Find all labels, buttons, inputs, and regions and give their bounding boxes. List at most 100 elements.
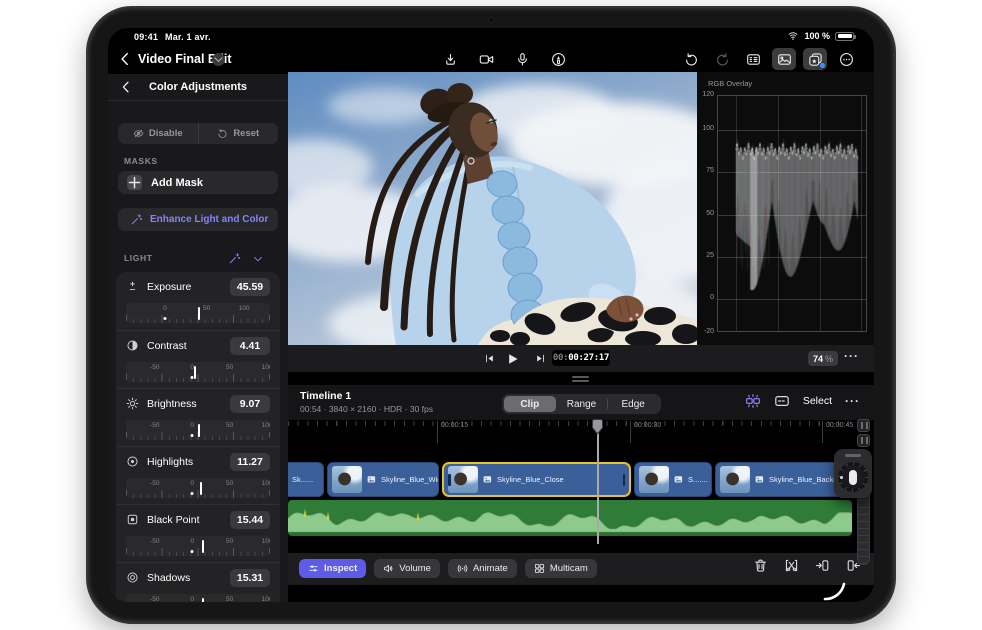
ruler-timestamp: 00:00:45 bbox=[822, 421, 853, 443]
slider-value[interactable]: 4.41 bbox=[230, 336, 270, 355]
split-icon[interactable] bbox=[784, 558, 799, 573]
timeline-clip[interactable]: Skyline_Blue_Background bbox=[715, 462, 852, 497]
effects-button[interactable] bbox=[803, 48, 827, 70]
slider-ruler[interactable]: -50050100 bbox=[126, 478, 270, 498]
ruler-timestamp: 00:00:30 bbox=[630, 421, 661, 443]
battery-icon bbox=[835, 31, 856, 41]
ipad-device: 09:41 Mar. 1 avr. 100 % Video Final Edit… bbox=[86, 6, 896, 624]
clip-name: Skyline_Blue_Close bbox=[497, 475, 564, 484]
title-menu-button[interactable] bbox=[212, 53, 225, 66]
inspector-button[interactable] bbox=[741, 48, 765, 70]
record-video-button[interactable] bbox=[474, 48, 498, 70]
clip-name: S....... bbox=[688, 475, 708, 484]
redo-button[interactable] bbox=[710, 48, 734, 70]
corner-gesture-arc bbox=[823, 582, 846, 601]
timeline-clip[interactable]: S....... bbox=[634, 462, 712, 497]
ruler-ticks bbox=[288, 421, 854, 426]
button-label: Volume bbox=[399, 563, 431, 574]
slider-thumb[interactable] bbox=[197, 423, 200, 437]
slider-value[interactable]: 11.27 bbox=[230, 452, 270, 471]
slider-value[interactable]: 9.07 bbox=[230, 394, 270, 413]
resize-handle[interactable] bbox=[572, 376, 589, 378]
timeline-clip[interactable]: Skyline_Blue_Close bbox=[442, 462, 631, 497]
slider-value[interactable]: 15.31 bbox=[230, 568, 270, 587]
skip-forward-icon[interactable] bbox=[535, 353, 546, 364]
timeline-name: Timeline 1 bbox=[300, 390, 352, 402]
playback-bar: 00: 00:27:17 74% ··· bbox=[288, 345, 874, 372]
viewer-zoom-control[interactable]: 74% bbox=[808, 351, 838, 366]
add-mask-button[interactable]: Add Mask bbox=[118, 171, 278, 194]
inspect-button[interactable]: Inspect bbox=[299, 559, 367, 578]
slider-ruler[interactable]: -50050100 bbox=[126, 594, 270, 602]
playhead-line bbox=[597, 420, 599, 544]
timeline-clip[interactable]: Sk...... bbox=[288, 462, 324, 497]
back-chevron-icon[interactable] bbox=[116, 50, 134, 68]
insert-icon[interactable] bbox=[815, 558, 830, 573]
dial-knob[interactable] bbox=[849, 469, 857, 485]
slider-thumb[interactable] bbox=[199, 481, 202, 495]
dial-pip bbox=[840, 476, 843, 479]
slider-ruler[interactable]: -50050100 bbox=[126, 536, 270, 556]
enhance-light-color-button[interactable]: Enhance Light and Color bbox=[118, 208, 278, 231]
connect-clips-icon[interactable] bbox=[745, 393, 761, 409]
multicam-button[interactable]: Multicam bbox=[524, 559, 597, 578]
toolbar: Video Final Edit bbox=[108, 46, 874, 74]
mode-clip[interactable]: Clip bbox=[504, 396, 556, 412]
media-browser-button[interactable] bbox=[772, 48, 796, 70]
track-height-button[interactable] bbox=[857, 419, 870, 432]
mode-edge[interactable]: Edge bbox=[606, 396, 659, 412]
slider-value[interactable]: 45.59 bbox=[230, 277, 270, 296]
animate-button[interactable]: Animate bbox=[447, 559, 517, 578]
black-point-icon bbox=[126, 513, 139, 526]
panel-header: Color Adjustments bbox=[108, 74, 288, 101]
resize-handle[interactable] bbox=[572, 379, 589, 382]
enhance-label: Enhance Light and Color bbox=[150, 214, 269, 225]
undo-button[interactable] bbox=[679, 48, 703, 70]
skip-back-icon[interactable] bbox=[484, 353, 495, 364]
multicam-icon bbox=[534, 563, 545, 574]
placement-icon[interactable] bbox=[774, 393, 790, 409]
slider-ruler[interactable]: -50050100 bbox=[126, 420, 270, 440]
viewer-more-button[interactable]: ··· bbox=[844, 349, 859, 363]
jog-dial[interactable] bbox=[834, 449, 872, 498]
button-label: Inspect bbox=[324, 563, 358, 574]
battery-percent: 100 % bbox=[804, 31, 830, 41]
photo-icon bbox=[674, 475, 684, 485]
record-audio-button[interactable] bbox=[510, 48, 534, 70]
volume-button[interactable]: Volume bbox=[374, 559, 440, 578]
audio-clip[interactable] bbox=[288, 500, 852, 536]
timeline-ruler[interactable]: 00:00:15 00:00:30 00:00:45 bbox=[288, 420, 854, 445]
highlights-icon bbox=[126, 455, 139, 468]
pencil-button[interactable] bbox=[546, 48, 570, 70]
timeline-clip[interactable]: Skyline_Blue_Wide bbox=[327, 462, 439, 497]
slider-thumb[interactable] bbox=[202, 539, 205, 553]
collapse-chevron-icon[interactable] bbox=[252, 253, 264, 265]
auto-enhance-icon[interactable] bbox=[228, 252, 241, 265]
timecode-display[interactable]: 00: 00:27:17 bbox=[552, 350, 610, 366]
slider-ruler[interactable]: -50050100 bbox=[126, 362, 270, 382]
more-button[interactable] bbox=[834, 48, 858, 70]
clip-name: Sk...... bbox=[292, 475, 314, 484]
dial-drag-handle[interactable] bbox=[845, 454, 861, 457]
mode-range[interactable]: Range bbox=[556, 396, 608, 412]
slider-thumb[interactable] bbox=[194, 365, 197, 379]
slider-ruler[interactable]: 0 50 100 bbox=[126, 303, 270, 323]
slider-thumb[interactable] bbox=[202, 597, 205, 602]
slider-label: Contrast bbox=[147, 339, 187, 352]
reset-button[interactable]: Reset bbox=[197, 123, 279, 144]
track-height-button[interactable] bbox=[857, 434, 870, 447]
play-icon[interactable] bbox=[506, 352, 520, 366]
scope-axis-label: 75 bbox=[706, 167, 714, 175]
edit-mode-segmented-control: Clip Range Edge bbox=[502, 394, 661, 414]
export-button[interactable] bbox=[438, 48, 462, 70]
slider-value[interactable]: 15.44 bbox=[230, 510, 270, 529]
disable-button[interactable]: Disable bbox=[118, 123, 198, 144]
timeline-more-button[interactable]: ··· bbox=[845, 394, 860, 408]
scope-axis-label: 25 bbox=[706, 251, 714, 259]
slider-thumb[interactable] bbox=[198, 306, 201, 320]
rgb-overlay-scope: RGB Overlay 120 100 75 50 25 0 -20 bbox=[697, 72, 874, 345]
select-button[interactable]: Select bbox=[803, 395, 832, 407]
trash-icon[interactable] bbox=[753, 558, 768, 573]
scope-axis-label: 0 bbox=[710, 294, 714, 302]
playhead-handle[interactable] bbox=[591, 419, 604, 435]
